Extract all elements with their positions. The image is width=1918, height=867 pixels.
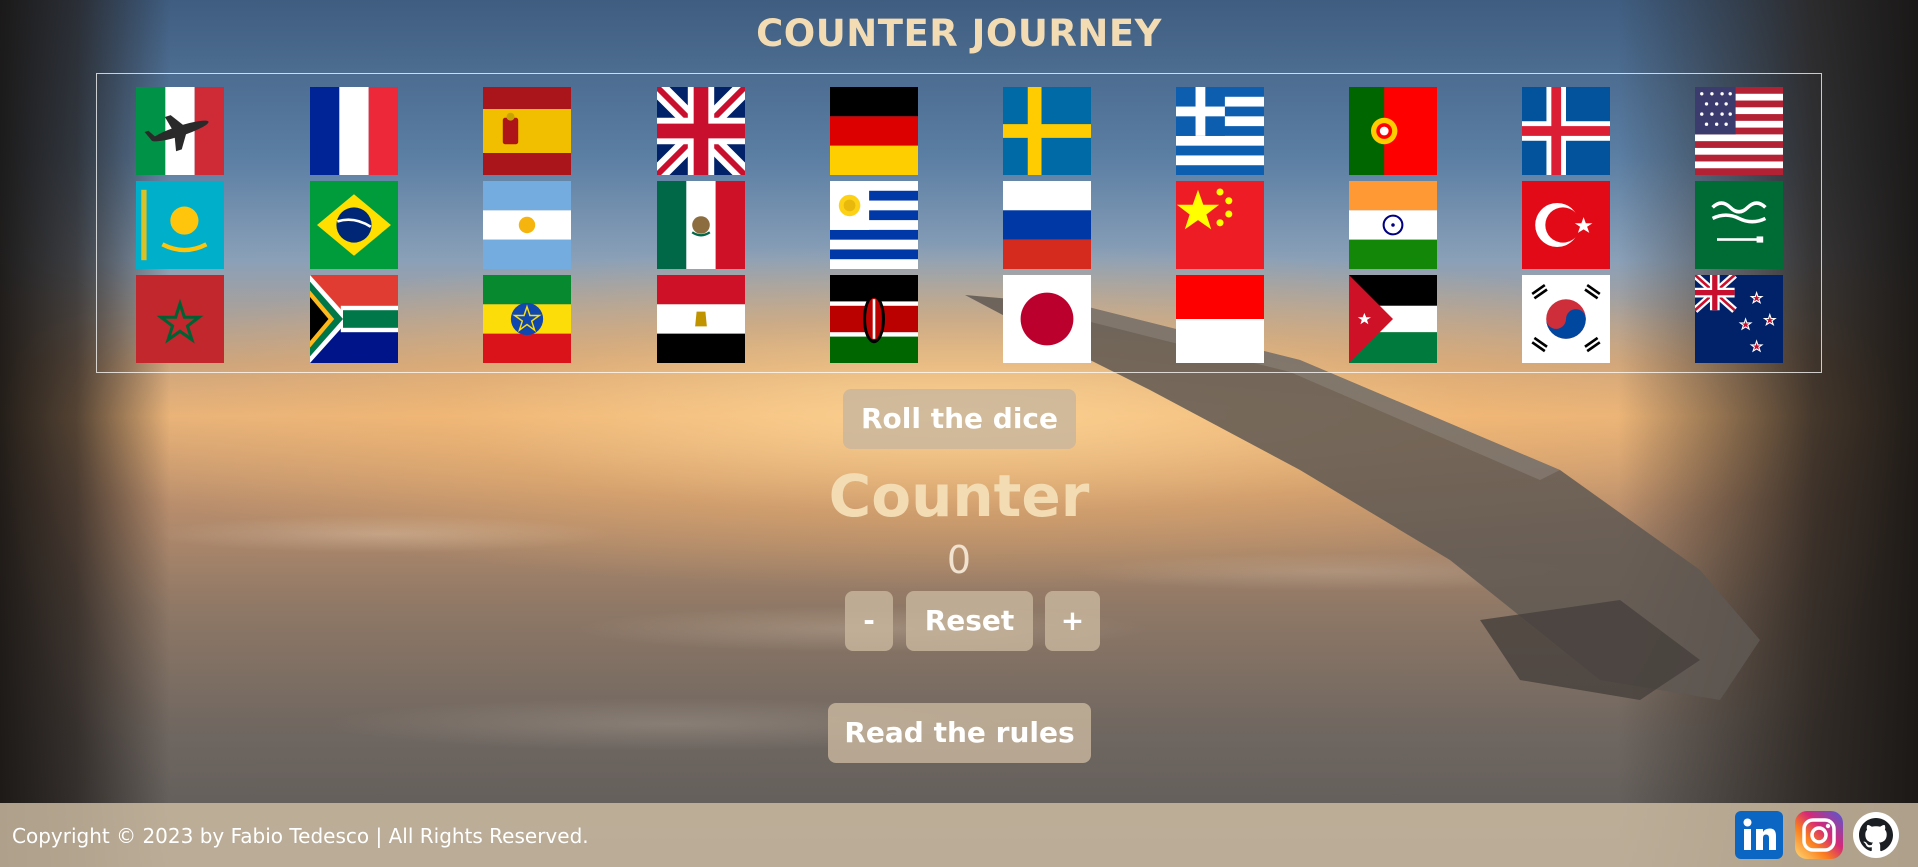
increment-button[interactable]: + — [1045, 591, 1100, 651]
page-title: COUNTER JOURNEY — [756, 12, 1162, 55]
egypt-flag-icon[interactable] — [657, 275, 745, 363]
south-korea-flag-icon[interactable] — [1522, 275, 1610, 363]
github-icon[interactable] — [1852, 811, 1900, 859]
counter-value: 0 — [946, 538, 972, 582]
brazil-flag-icon[interactable] — [310, 181, 398, 269]
france-flag-icon[interactable] — [310, 87, 398, 175]
linkedin-icon[interactable] — [1735, 811, 1783, 859]
jordan-flag-icon[interactable] — [1349, 275, 1437, 363]
roll-dice-button[interactable]: Roll the dice — [843, 389, 1076, 449]
greece-flag-icon[interactable] — [1176, 87, 1264, 175]
south-africa-flag-icon[interactable] — [310, 275, 398, 363]
china-flag-icon[interactable] — [1176, 181, 1264, 269]
airplane-icon — [144, 115, 209, 152]
instagram-icon[interactable] — [1795, 811, 1843, 859]
counter-label: Counter — [828, 462, 1090, 530]
read-rules-button[interactable]: Read the rules — [828, 703, 1091, 763]
indonesia-flag-icon[interactable] — [1176, 275, 1264, 363]
japan-flag-icon[interactable] — [1003, 275, 1091, 363]
kenya-flag-icon[interactable] — [830, 275, 918, 363]
spain-flag-icon[interactable] — [483, 87, 571, 175]
uk-flag-icon[interactable] — [657, 87, 745, 175]
portugal-flag-icon[interactable] — [1349, 87, 1437, 175]
saudi-arabia-flag-icon[interactable] — [1695, 181, 1783, 269]
india-flag-icon[interactable] — [1349, 181, 1437, 269]
russia-flag-icon[interactable] — [1003, 181, 1091, 269]
italy-flag-icon[interactable] — [136, 87, 224, 175]
morocco-flag-icon[interactable] — [136, 275, 224, 363]
ethiopia-flag-icon[interactable] — [483, 275, 571, 363]
copyright-text: Copyright © 2023 by Fabio Tedesco | All … — [12, 824, 589, 848]
turkey-flag-icon[interactable] — [1522, 181, 1610, 269]
mexico-flag-icon[interactable] — [657, 181, 745, 269]
new-zealand-flag-icon[interactable] — [1695, 275, 1783, 363]
reset-button[interactable]: Reset — [906, 591, 1033, 651]
footer: Copyright © 2023 by Fabio Tedesco | All … — [0, 803, 1918, 867]
iceland-flag-icon[interactable] — [1522, 87, 1610, 175]
kazakhstan-flag-icon[interactable] — [136, 181, 224, 269]
sweden-flag-icon[interactable] — [1003, 87, 1091, 175]
usa-flag-icon[interactable] — [1695, 87, 1783, 175]
decrement-button[interactable]: - — [845, 591, 893, 651]
uruguay-flag-icon[interactable] — [830, 181, 918, 269]
argentina-flag-icon[interactable] — [483, 181, 571, 269]
germany-flag-icon[interactable] — [830, 87, 918, 175]
